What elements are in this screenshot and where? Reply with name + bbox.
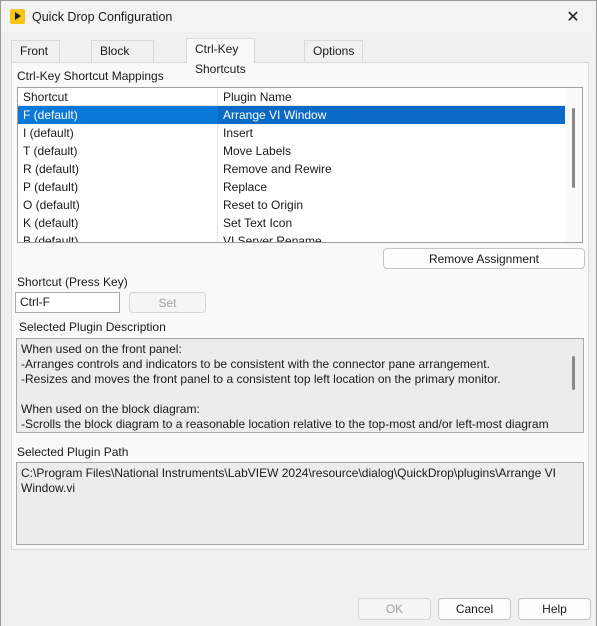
tab-block-diagram[interactable]: Block Diagram	[91, 40, 155, 78]
mapping-row[interactable]: O (default) Reset to Origin	[18, 196, 566, 214]
shortcut-mappings-list[interactable]: Shortcut Plugin Name F (default) Arrange …	[17, 87, 583, 243]
cancel-button[interactable]: Cancel	[438, 598, 511, 620]
plugin-name-cell: VI Server Rename	[223, 234, 322, 243]
plugin-name-cell: Insert	[223, 126, 254, 140]
path-line: C:\Program Files\National Instruments\La…	[21, 466, 556, 480]
plugin-path-box[interactable]: C:\Program Files\National Instruments\La…	[16, 462, 584, 545]
mapping-row[interactable]: B (default) VI Server Rename	[18, 232, 566, 243]
description-line: -Arranges controls and indicators to be …	[21, 357, 490, 371]
set-button[interactable]: Set	[129, 292, 206, 313]
plugin-description-box[interactable]: When used on the front panel: -Arranges …	[16, 338, 584, 433]
shortcut-cell: T (default)	[23, 144, 78, 158]
close-button[interactable]: ✕	[550, 1, 596, 32]
title-bar: Quick Drop Configuration ✕	[1, 1, 596, 32]
plugin-name-cell: Replace	[223, 180, 268, 194]
list-scrollbar-thumb[interactable]	[572, 108, 575, 188]
shortcut-label: Shortcut (Press Key)	[17, 275, 128, 289]
shortcut-cell: F (default)	[23, 108, 78, 122]
description-line	[21, 387, 579, 402]
shortcut-cell: B (default)	[23, 234, 79, 243]
plugin-name-cell: Set Text Icon	[223, 216, 293, 230]
plugin-name-cell: Reset to Origin	[223, 198, 304, 212]
labview-app-icon	[10, 9, 25, 24]
mapping-row[interactable]: I (default) Insert	[18, 124, 566, 142]
list-scrollbar[interactable]	[565, 88, 582, 242]
plugin-name-cell: Arrange VI Window	[218, 106, 566, 124]
description-label: Selected Plugin Description	[19, 320, 166, 334]
shortcut-cell: K (default)	[23, 216, 79, 230]
path-label: Selected Plugin Path	[17, 445, 129, 459]
mapping-row[interactable]: P (default) Replace	[18, 178, 566, 196]
mapping-row[interactable]: K (default) Set Text Icon	[18, 214, 566, 232]
mapping-row[interactable]: F (default) Arrange VI Window	[18, 106, 566, 124]
shortcut-input[interactable]: Ctrl-F	[15, 292, 120, 313]
window-title: Quick Drop Configuration	[32, 10, 173, 24]
plugin-name-cell: Move Labels	[223, 144, 292, 158]
mapping-row[interactable]: R (default) Remove and Rewire	[18, 160, 566, 178]
tab-options[interactable]: Options	[304, 40, 364, 62]
plugin-name-cell: Remove and Rewire	[223, 162, 332, 176]
mappings-label: Ctrl-Key Shortcut Mappings	[17, 69, 164, 83]
column-header-plugin-name[interactable]: Plugin Name	[223, 90, 292, 104]
tab-ctrl-key-shortcuts[interactable]: Ctrl-Key Shortcuts	[186, 38, 255, 76]
description-line: -Scrolls the block diagram to a reasonab…	[21, 417, 549, 431]
close-icon: ✕	[566, 8, 580, 26]
description-line: -Resizes and moves the front panel to a …	[21, 372, 501, 386]
tab-front-panel[interactable]: Front Panel	[11, 40, 60, 78]
shortcut-cell: R (default)	[23, 162, 80, 176]
shortcut-cell: P (default)	[23, 180, 79, 194]
list-header: Shortcut Plugin Name	[18, 88, 566, 106]
path-line: Window.vi	[21, 481, 76, 495]
ok-button[interactable]: OK	[358, 598, 431, 620]
remove-assignment-button[interactable]: Remove Assignment	[383, 248, 585, 269]
description-scrollbar[interactable]	[566, 339, 583, 432]
shortcut-cell: I (default)	[23, 126, 74, 140]
description-scrollbar-thumb[interactable]	[572, 356, 575, 390]
mapping-row[interactable]: T (default) Move Labels	[18, 142, 566, 160]
shortcut-cell: O (default)	[23, 198, 80, 212]
description-line: When used on the block diagram:	[21, 402, 200, 416]
column-header-shortcut[interactable]: Shortcut	[23, 90, 68, 104]
description-line: When used on the front panel:	[21, 342, 182, 356]
quick-drop-configuration-dialog: Quick Drop Configuration ✕ Front Panel B…	[0, 0, 597, 626]
help-button[interactable]: Help	[518, 598, 591, 620]
